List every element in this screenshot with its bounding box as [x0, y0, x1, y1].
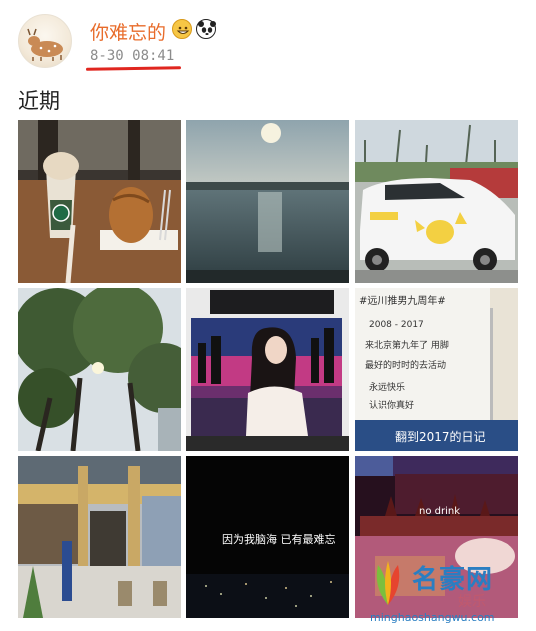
photo-grid: #远川推男九周年# 2008 - 2017 来北京第九年了 用脚 最好的时时的去…	[18, 120, 518, 618]
panda-emoji-icon	[196, 19, 216, 39]
trees-sun-photo[interactable]	[18, 288, 181, 451]
watermark-faint-text: 娱乐	[458, 594, 486, 610]
avatar[interactable]	[18, 14, 72, 68]
watermark-url: minghaoshangwu.com	[370, 611, 495, 624]
leaf-logo-icon	[376, 561, 400, 605]
notebook-line-1: #远川推男九周年#	[359, 296, 446, 307]
bar-caption: no drink	[419, 506, 461, 517]
girl-painting-photo[interactable]	[186, 288, 349, 451]
username[interactable]: 你难忘的	[90, 18, 166, 45]
pikachu-car-photo[interactable]	[355, 120, 518, 283]
notebook-line-6: 认识你真好	[369, 401, 415, 411]
notebook-line-2: 2008 - 2017	[369, 320, 424, 330]
notebook-photo[interactable]: #远川推男九周年# 2008 - 2017 来北京第九年了 用脚 最好的时时的去…	[355, 288, 518, 451]
sunset-sea-photo[interactable]	[186, 120, 349, 283]
starbucks-coffee-photo[interactable]	[18, 120, 181, 283]
section-title: 近期	[18, 89, 60, 113]
night-text-photo[interactable]: 因为我脑海 已有最难忘	[186, 456, 349, 618]
mall-street-photo[interactable]	[18, 456, 181, 618]
night-caption: 因为我脑海 已有最难忘	[222, 533, 336, 546]
site-watermark: 名豪网 娱乐 minghaoshangwu.com	[362, 553, 534, 631]
notebook-line-4: 最好的时时的去活动	[365, 361, 447, 371]
post-timestamp: 8-30 08:41	[90, 48, 175, 64]
notebook-caption: 翻到2017的日记	[395, 430, 486, 444]
notebook-line-5: 永远快乐	[369, 383, 406, 393]
grinning-face-emoji-icon	[172, 19, 192, 39]
red-underline-mark	[85, 66, 182, 71]
notebook-line-3: 来北京第九年了 用脚	[365, 341, 449, 351]
